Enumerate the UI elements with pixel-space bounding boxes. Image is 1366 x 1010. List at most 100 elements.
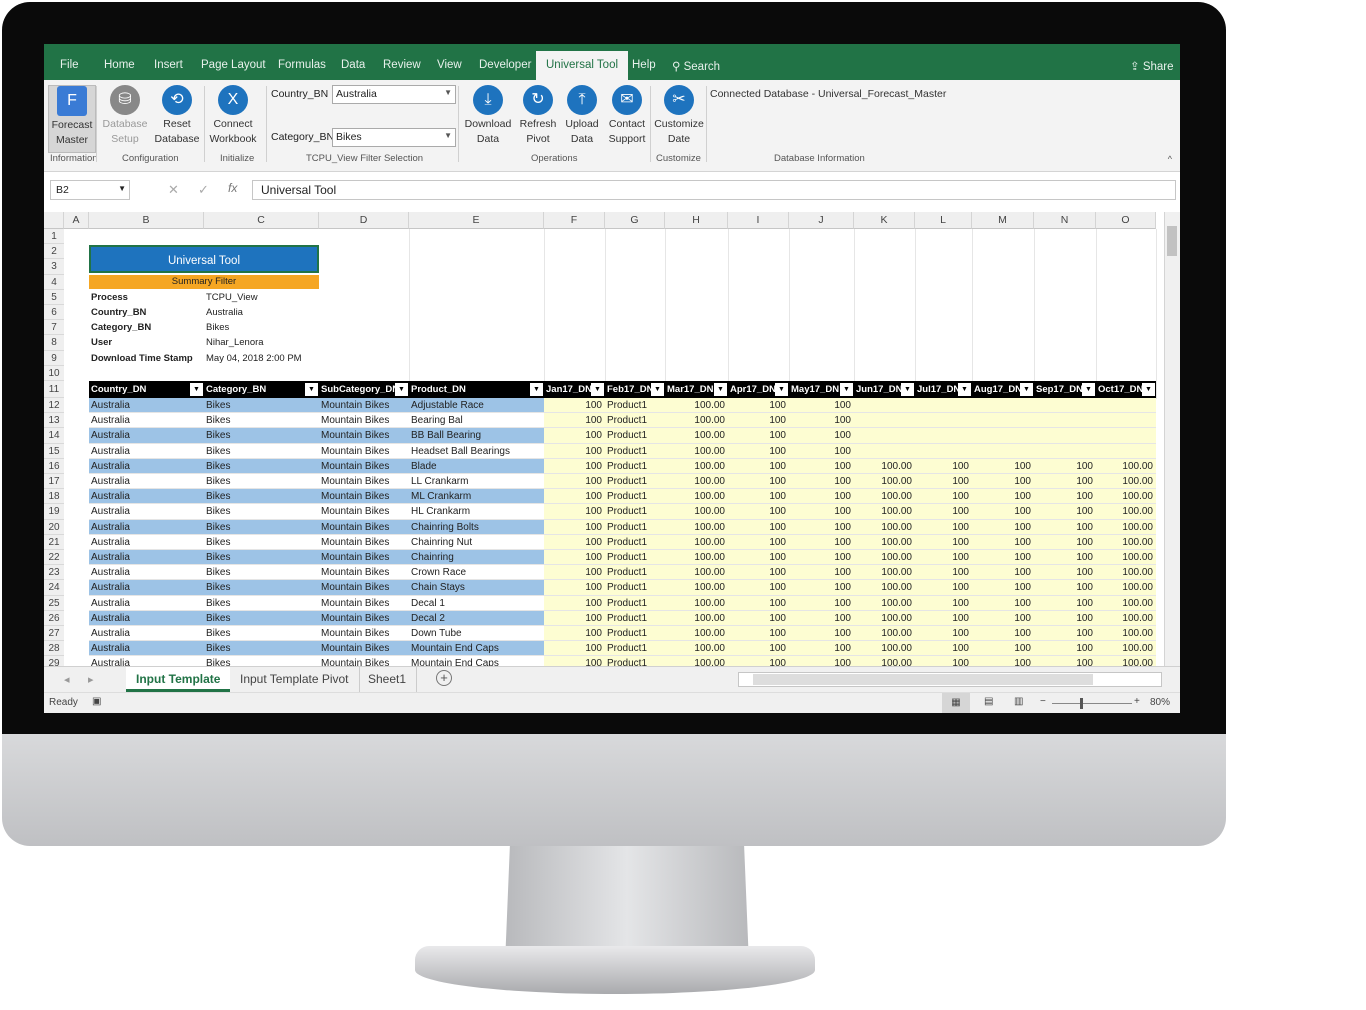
filter-dropdown-icon[interactable]: ▼ xyxy=(714,383,727,396)
table-cell[interactable] xyxy=(1034,398,1096,414)
table-cell[interactable]: 100.00 xyxy=(665,519,728,535)
table-cell[interactable]: Mountain Bikes xyxy=(319,458,409,474)
filter-dropdown-icon[interactable]: ▼ xyxy=(901,383,914,396)
row-header[interactable]: 21 xyxy=(44,534,64,550)
table-cell[interactable]: 100 xyxy=(1034,580,1096,596)
column-header-J[interactable]: J xyxy=(789,212,854,229)
table-row[interactable]: Australia Bikes Mountain Bikes Down Tube 100… xyxy=(89,626,1156,642)
table-cell[interactable]: Bikes xyxy=(204,519,319,535)
row-header[interactable]: 27 xyxy=(44,626,64,642)
refresh-pivot-button[interactable]: ↻ Refresh Pivot xyxy=(514,85,562,147)
table-cell[interactable]: 100 xyxy=(1034,550,1096,566)
row-header[interactable]: 12 xyxy=(44,398,64,414)
filter-dropdown-icon[interactable]: ▼ xyxy=(190,383,203,396)
filter-dropdown-icon[interactable]: ▼ xyxy=(958,383,971,396)
vertical-scrollbar[interactable] xyxy=(1164,212,1180,666)
table-cell[interactable]: Product1 xyxy=(605,534,665,550)
column-header-B[interactable]: B xyxy=(89,212,204,229)
table-cell[interactable] xyxy=(854,413,915,429)
table-cell[interactable]: 100 xyxy=(789,474,854,490)
table-header-jun17_dn[interactable]: Jun17_DN ▼ xyxy=(854,381,915,398)
table-cell[interactable]: 100 xyxy=(1034,595,1096,611)
tab-help[interactable]: Help xyxy=(632,59,656,71)
table-cell[interactable] xyxy=(972,398,1034,414)
filter-dropdown-icon[interactable]: ▼ xyxy=(1082,383,1095,396)
table-cell[interactable]: 100 xyxy=(972,626,1034,642)
table-cell[interactable]: 100.00 xyxy=(854,626,915,642)
table-cell[interactable]: 100 xyxy=(728,443,789,459)
table-cell[interactable]: Product1 xyxy=(605,595,665,611)
table-cell[interactable]: Mountain Bikes xyxy=(319,595,409,611)
table-cell[interactable]: 100 xyxy=(1034,610,1096,626)
tab-page-layout[interactable]: Page Layout xyxy=(201,59,266,71)
filter-dropdown-icon[interactable]: ▼ xyxy=(305,383,318,396)
scroll-thumb[interactable] xyxy=(1167,226,1177,256)
column-header-M[interactable]: M xyxy=(972,212,1034,229)
table-cell[interactable]: Mountain Bikes xyxy=(319,550,409,566)
table-cell[interactable]: Mountain Bikes xyxy=(319,641,409,657)
table-cell[interactable]: Australia xyxy=(89,626,204,642)
row-header[interactable]: 1 xyxy=(44,229,64,245)
table-header-subcategory_dn[interactable]: SubCategory_DN ▼ xyxy=(319,381,409,398)
table-header-mar17_dn[interactable]: Mar17_DN ▼ xyxy=(665,381,728,398)
table-cell[interactable]: 100 xyxy=(728,580,789,596)
row-header[interactable]: 10 xyxy=(44,365,64,381)
scroll-thumb[interactable] xyxy=(753,674,1093,685)
zoom-thumb[interactable] xyxy=(1080,698,1083,709)
table-cell[interactable]: 100 xyxy=(915,610,972,626)
table-cell[interactable]: 100.00 xyxy=(665,458,728,474)
column-header-G[interactable]: G xyxy=(605,212,665,229)
table-cell[interactable]: 100 xyxy=(972,519,1034,535)
table-cell[interactable]: 100 xyxy=(915,519,972,535)
table-cell[interactable]: Bikes xyxy=(204,458,319,474)
table-header-sep17_dn[interactable]: Sep17_DN ▼ xyxy=(1034,381,1096,398)
table-cell[interactable]: Headset Ball Bearings xyxy=(409,443,544,459)
table-cell[interactable]: Down Tube xyxy=(409,626,544,642)
tab-insert[interactable]: Insert xyxy=(154,59,183,71)
upload-data-button[interactable]: ⤒ Upload Data xyxy=(562,85,602,147)
table-cell[interactable]: Australia xyxy=(89,610,204,626)
column-header-I[interactable]: I xyxy=(728,212,789,229)
row-header[interactable]: 29 xyxy=(44,656,64,666)
zoom-slider[interactable] xyxy=(1052,698,1132,709)
table-cell[interactable]: 100 xyxy=(972,550,1034,566)
table-row[interactable]: Australia Bikes Mountain Bikes LL Crankarm 1… xyxy=(89,474,1156,490)
table-cell[interactable]: Decal 2 xyxy=(409,610,544,626)
table-cell[interactable]: 100 xyxy=(972,534,1034,550)
select-all[interactable] xyxy=(44,212,64,229)
table-cell[interactable]: Chainring Nut xyxy=(409,534,544,550)
table-cell[interactable]: 100.00 xyxy=(665,580,728,596)
table-cell[interactable]: 100.00 xyxy=(665,413,728,429)
table-cell[interactable]: Bikes xyxy=(204,610,319,626)
table-cell[interactable]: 100.00 xyxy=(665,428,728,444)
sheet-tab-input-template-pivot[interactable]: Input Template Pivot xyxy=(230,667,360,692)
table-cell[interactable]: 100 xyxy=(789,580,854,596)
table-cell[interactable] xyxy=(972,428,1034,444)
worksheet-grid[interactable]: A B C D E F G H I J K L M N O 1 2 3 4 5 6 7 8 9 10 11 12 13 14 15 16 17… xyxy=(44,212,1164,666)
table-row[interactable]: Australia Bikes Mountain Bikes Decal 1 100 Pr… xyxy=(89,595,1156,611)
table-cell[interactable]: 100 xyxy=(789,626,854,642)
row-header[interactable]: 13 xyxy=(44,413,64,429)
row-header[interactable]: 18 xyxy=(44,489,64,505)
table-cell[interactable]: Product1 xyxy=(605,413,665,429)
row-header[interactable]: 2 xyxy=(44,244,64,260)
table-cell[interactable]: Bikes xyxy=(204,534,319,550)
table-cell[interactable]: 100 xyxy=(915,534,972,550)
table-cell[interactable] xyxy=(1034,428,1096,444)
table-header-aug17_dn[interactable]: Aug17_DN ▼ xyxy=(972,381,1034,398)
table-cell[interactable]: 100 xyxy=(544,610,605,626)
table-cell[interactable]: 100 xyxy=(728,565,789,581)
table-cell[interactable]: Product1 xyxy=(605,610,665,626)
table-cell[interactable]: 100 xyxy=(728,504,789,520)
table-cell[interactable]: Australia xyxy=(89,519,204,535)
table-cell[interactable]: Product1 xyxy=(605,443,665,459)
table-cell[interactable]: Bikes xyxy=(204,565,319,581)
table-cell[interactable]: Australia xyxy=(89,534,204,550)
table-cell[interactable]: 100.00 xyxy=(1096,565,1156,581)
table-cell[interactable]: 100 xyxy=(544,428,605,444)
table-cell[interactable] xyxy=(915,398,972,414)
table-cell[interactable]: Product1 xyxy=(605,580,665,596)
scroll-right-icon[interactable]: ▸ xyxy=(88,673,94,686)
table-cell[interactable]: 100 xyxy=(728,458,789,474)
row-header[interactable]: 20 xyxy=(44,519,64,535)
